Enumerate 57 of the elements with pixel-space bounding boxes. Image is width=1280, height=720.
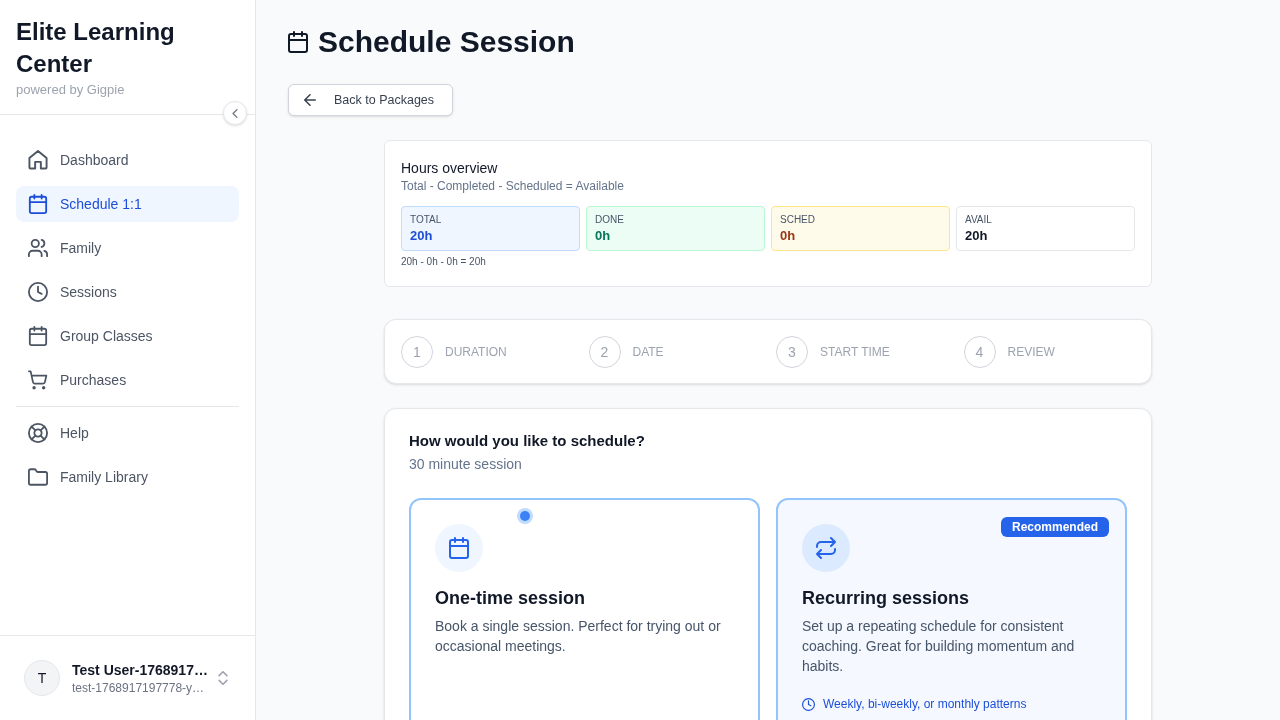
recommended-badge: Recommended bbox=[1000, 517, 1109, 537]
nav-item[interactable]: Family bbox=[16, 230, 239, 266]
option-description: Set up a repeating schedule for consistent coaching. Great for building momentum and habits. bbox=[802, 617, 1076, 676]
cursor-dot-icon bbox=[517, 508, 533, 524]
user-email: test-1768917197778-y… bbox=[72, 680, 204, 696]
home-icon bbox=[28, 150, 48, 170]
stat-label: TOTAL bbox=[410, 213, 443, 227]
calendar-icon bbox=[28, 326, 48, 346]
option-title: One-time session bbox=[435, 587, 587, 610]
nav-item[interactable]: Schedule 1:1 bbox=[16, 186, 239, 222]
nav-item[interactable]: Dashboard bbox=[16, 142, 239, 178]
stat-value: 0h bbox=[780, 227, 797, 245]
option-title: Recurring sessions bbox=[802, 587, 971, 610]
chevron-left-icon bbox=[232, 108, 238, 118]
schedule-option-card[interactable]: Recommended Recurring sessions Set up a repeating schedule for consistent coaching. Great for building momentum and habits. Weekly, bi-weekly, or monthly patterns bbox=[776, 498, 1127, 720]
question-text: How would you like to schedule? bbox=[409, 431, 646, 451]
stat-label: SCHED bbox=[780, 213, 816, 227]
option-description: Book a single session. Perfect for trying out or occasional meetings. bbox=[435, 617, 722, 656]
step-label: START TIME bbox=[820, 343, 890, 360]
stat-label: AVAIL bbox=[965, 213, 993, 227]
clock-icon bbox=[28, 282, 48, 302]
collapse-sidebar-button[interactable] bbox=[223, 101, 247, 125]
nav-item[interactable]: Help bbox=[16, 415, 239, 451]
arrow-left-icon bbox=[304, 94, 316, 106]
nav-item[interactable]: Sessions bbox=[16, 274, 239, 310]
brand-title: Elite Learning Center bbox=[16, 17, 176, 79]
clock-icon bbox=[802, 697, 815, 711]
calendar-icon bbox=[28, 194, 48, 214]
card-subtitle: Total - Completed - Scheduled = Available bbox=[401, 178, 625, 194]
step-label: REVIEW bbox=[1007, 343, 1055, 360]
stat-label: DONE bbox=[595, 213, 625, 227]
back-button[interactable]: Back to Packages bbox=[288, 84, 454, 116]
nav-item[interactable]: Group Classes bbox=[16, 318, 239, 354]
nav-item[interactable]: Purchases bbox=[16, 362, 239, 398]
hours-formula: 20h - 0h - 0h = 20h bbox=[401, 255, 487, 269]
schedule-option-card[interactable]: One-time session Book a single session. Perfect for trying out or occasional meetings. bbox=[409, 498, 760, 720]
page-title: Schedule Session bbox=[318, 24, 575, 60]
lifebuoy-icon bbox=[28, 423, 48, 443]
session-length-text: 30 minute session bbox=[409, 455, 523, 474]
calendar-icon bbox=[435, 524, 483, 572]
repeat-arrows-icon bbox=[802, 524, 850, 572]
step-label: DURATION bbox=[445, 343, 507, 360]
user-avatar: T bbox=[24, 660, 60, 696]
option-feature: Weekly, bi-weekly, or monthly patterns bbox=[823, 696, 1027, 712]
chevron-up-down-icon bbox=[218, 671, 229, 685]
card-title: Hours overview bbox=[401, 159, 499, 178]
calendar-icon bbox=[288, 31, 308, 53]
folder-icon bbox=[28, 467, 48, 487]
stat-value: 20h bbox=[965, 227, 989, 245]
cart-icon bbox=[28, 370, 48, 390]
step-label: DATE bbox=[632, 343, 664, 360]
account-menu-button[interactable] bbox=[215, 668, 231, 688]
people-icon bbox=[28, 238, 48, 258]
brand-subtitle: powered by Gigpie bbox=[16, 81, 126, 99]
stat-value: 0h bbox=[595, 227, 612, 245]
nav-item[interactable]: Family Library bbox=[16, 459, 239, 495]
stat-value: 20h bbox=[410, 227, 434, 245]
